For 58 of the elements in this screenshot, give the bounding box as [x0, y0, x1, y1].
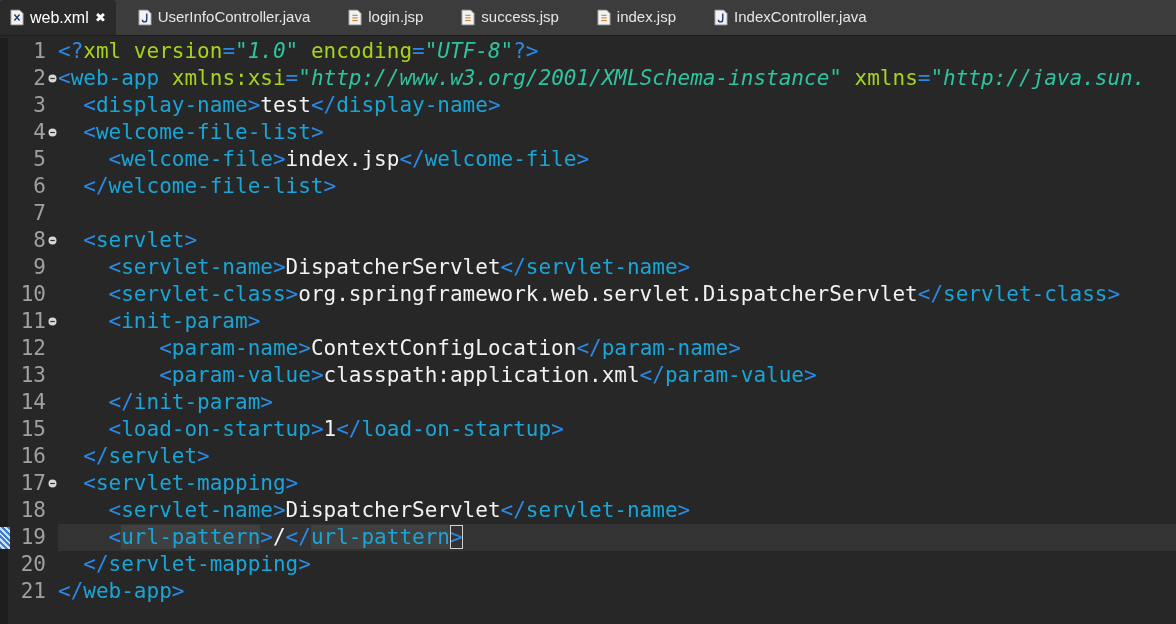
- editor-tab[interactable]: index.jsp: [582, 0, 691, 35]
- code-line: </welcome-file-list>: [82, 173, 338, 200]
- line-number: 6: [32, 173, 46, 200]
- editor-tab[interactable]: web.xml ✖: [0, 0, 116, 35]
- line-number: 14: [19, 389, 46, 416]
- line-number: 12: [19, 335, 46, 362]
- code-line: <servlet-class>org.springframework.web.servlet.DispatcherServlet</servlet-class>: [107, 281, 1122, 308]
- fold-icon[interactable]: [47, 74, 57, 83]
- code-line: <servlet-name>DispatcherServlet</servlet-name>: [107, 254, 692, 281]
- code-line: <servlet-name>DispatcherServlet</servlet-name>: [107, 497, 692, 524]
- editor-tab[interactable]: UserInfoController.java: [123, 0, 325, 35]
- code-line: <welcome-file-list>: [82, 119, 325, 146]
- line-number: 21: [19, 578, 46, 605]
- code-line: <servlet-mapping>: [82, 470, 300, 497]
- line-number: 19: [19, 524, 46, 551]
- code-line: <param-value>classpath:application.xml</param-value>: [158, 362, 818, 389]
- line-number: 2: [32, 65, 46, 92]
- file-icon: [461, 9, 476, 26]
- code-line: <init-param>: [107, 308, 262, 335]
- code-line: </servlet>: [82, 443, 211, 470]
- line-number: 7: [32, 200, 46, 227]
- line-number: 4: [32, 119, 46, 146]
- line-number: 20: [19, 551, 46, 578]
- file-icon: [348, 9, 363, 26]
- line-number: 16: [19, 443, 46, 470]
- line-number: 13: [19, 362, 46, 389]
- code-line: <?xml version="1.0" encoding="UTF-8"?>: [58, 38, 540, 65]
- code-line: <welcome-file>index.jsp</welcome-file>: [107, 146, 591, 173]
- close-icon[interactable]: ✖: [94, 7, 106, 28]
- code-line: <web-app xmlns:xsi="http://www.w3.org/2001/XMLSchema-instance" xmlns="http://java.sun.: [58, 65, 1147, 92]
- code-line: <servlet>: [82, 227, 199, 254]
- code-line: </init-param>: [107, 389, 274, 416]
- line-number: 8: [32, 227, 46, 254]
- editor-tab[interactable]: login.jsp: [334, 0, 438, 35]
- code-line: </web-app>: [58, 578, 186, 605]
- code-line: <load-on-startup>1</load-on-startup>: [107, 416, 565, 443]
- fold-icon[interactable]: [47, 128, 57, 137]
- code-line: <display-name>test</display-name>: [82, 92, 502, 119]
- line-number: 11: [19, 308, 46, 335]
- file-icon: [10, 9, 24, 26]
- line-number: 10: [19, 281, 46, 308]
- line-number: 5: [32, 146, 46, 173]
- line-number: 15: [19, 416, 46, 443]
- code-line: </servlet-mapping>: [82, 551, 312, 578]
- file-icon: [714, 9, 729, 26]
- line-number: 18: [19, 497, 46, 524]
- line-number: 3: [32, 92, 46, 119]
- fold-icon[interactable]: [47, 479, 57, 488]
- line-number: 1: [32, 38, 46, 65]
- line-number: 17: [19, 470, 46, 497]
- code-line: <param-name>ContextConfigLocation</param-name>: [158, 335, 742, 362]
- fold-icon[interactable]: [47, 236, 57, 245]
- fold-icon[interactable]: [47, 317, 57, 326]
- file-icon: [137, 9, 152, 26]
- editor-tab[interactable]: IndexController.java: [700, 0, 881, 35]
- editor-tab[interactable]: success.jsp: [447, 0, 573, 35]
- line-number: 9: [32, 254, 46, 281]
- file-icon: [596, 9, 611, 26]
